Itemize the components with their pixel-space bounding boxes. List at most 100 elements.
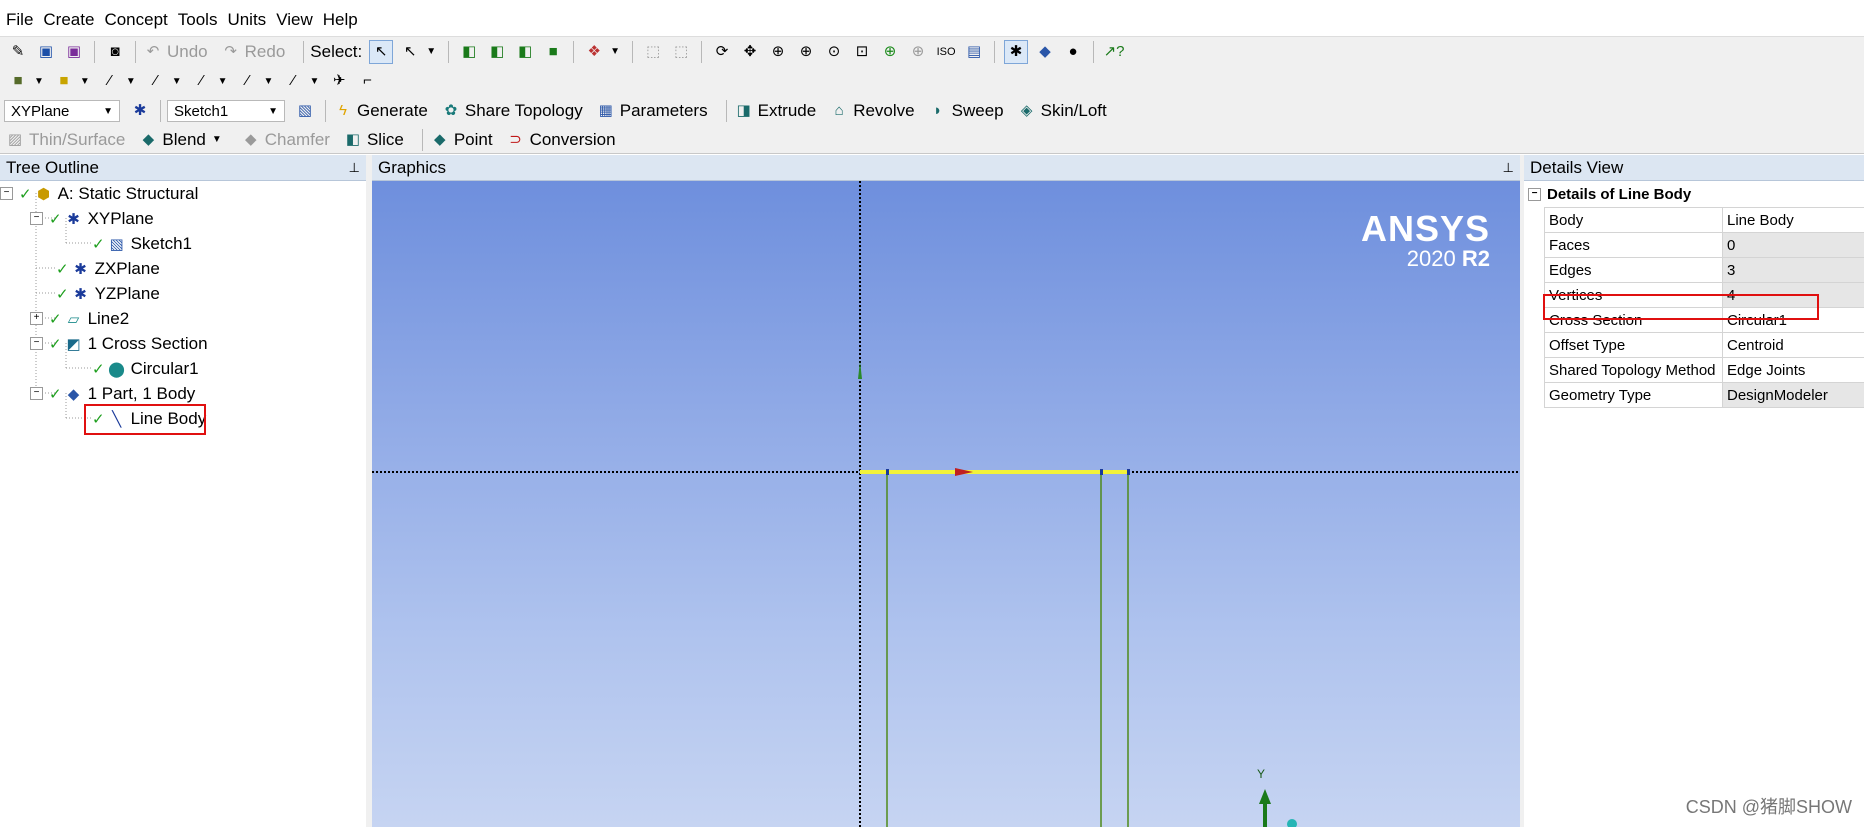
tree-item-yzplane[interactable]: ✓ ✱ YZPlane bbox=[56, 281, 160, 306]
line-tool-1-dropdown-icon[interactable]: ▼ bbox=[126, 76, 136, 87]
plane-select[interactable]: XYPlane ▼ bbox=[4, 100, 120, 122]
thin-surface-button[interactable]: ▨ Thin/Surface bbox=[4, 129, 125, 151]
help-query-icon[interactable]: ↗? bbox=[1103, 41, 1125, 63]
display-point-icon[interactable]: ● bbox=[1062, 41, 1084, 63]
rotate-icon[interactable]: ⟳ bbox=[711, 41, 733, 63]
collapse-icon[interactable]: − bbox=[30, 387, 43, 400]
extend-dropdown-icon[interactable]: ▼ bbox=[610, 46, 620, 57]
pin-icon[interactable]: ⊥ bbox=[349, 160, 360, 176]
menu-create[interactable]: Create bbox=[43, 6, 94, 30]
tree-item-circular1[interactable]: ✓ ⬤ Circular1 bbox=[92, 356, 199, 381]
line-tool-3-dropdown-icon[interactable]: ▼ bbox=[218, 76, 228, 87]
menu-help[interactable]: Help bbox=[323, 6, 358, 30]
tree-item-part-body[interactable]: − ✓ ◆ 1 Part, 1 Body bbox=[30, 381, 195, 406]
edge-color-icon[interactable]: ■ bbox=[53, 70, 75, 92]
save-as-icon[interactable]: ▣ bbox=[63, 41, 85, 63]
tree-item-cross-section[interactable]: − ✓ ◩ 1 Cross Section bbox=[30, 331, 208, 356]
line-tool-2-dropdown-icon[interactable]: ▼ bbox=[172, 76, 182, 87]
iso-view-icon[interactable]: ISO bbox=[935, 41, 957, 63]
line-tool-5-dropdown-icon[interactable]: ▼ bbox=[309, 76, 319, 87]
new-icon[interactable]: ✎ bbox=[7, 41, 29, 63]
zoom-icon[interactable]: ⊕ bbox=[767, 41, 789, 63]
select-point-icon[interactable]: ◧ bbox=[458, 41, 480, 63]
details-row[interactable]: Offset Type Centroid bbox=[1544, 332, 1864, 358]
details-value[interactable]: Line Body bbox=[1722, 207, 1864, 233]
details-group[interactable]: − Details of Line Body bbox=[1528, 183, 1691, 205]
select-edge-icon[interactable]: ◧ bbox=[486, 41, 508, 63]
undo-button[interactable]: ↶ Undo bbox=[142, 41, 208, 63]
select-mode-icon[interactable]: ↖ bbox=[399, 41, 421, 63]
select-face-icon[interactable]: ◧ bbox=[514, 41, 536, 63]
menu-tools[interactable]: Tools bbox=[178, 6, 218, 30]
graphics-viewport[interactable]: ANSYS 2020 R2 Y bbox=[372, 181, 1520, 827]
new-sketch-icon[interactable]: ▧ bbox=[294, 100, 316, 122]
new-plane-icon[interactable]: ✱ bbox=[129, 100, 151, 122]
line-tool-3-icon[interactable]: ⁄ bbox=[191, 70, 213, 92]
details-row[interactable]: Faces 0 bbox=[1544, 232, 1864, 258]
select-mode-dropdown-icon[interactable]: ▼ bbox=[426, 46, 436, 57]
details-value[interactable]: Centroid bbox=[1722, 332, 1864, 358]
extrude-button[interactable]: ◨ Extrude bbox=[733, 100, 817, 122]
share-topology-button[interactable]: ✿ Share Topology bbox=[440, 100, 583, 122]
zoom-fit-icon[interactable]: ⊡ bbox=[851, 41, 873, 63]
details-value[interactable]: Edge Joints bbox=[1722, 357, 1864, 383]
collapse-icon[interactable]: − bbox=[30, 337, 43, 350]
tree-item-sketch1[interactable]: ✓ ▧ Sketch1 bbox=[92, 231, 192, 256]
tree-item-xyplane[interactable]: − ✓ ✱ XYPlane bbox=[30, 206, 154, 231]
snap-tool-icon[interactable]: ⌐ bbox=[356, 70, 378, 92]
line-tool-4-icon[interactable]: ⁄ bbox=[237, 70, 259, 92]
slice-button[interactable]: ◧ Slice bbox=[342, 129, 404, 151]
edge-color-dropdown-icon[interactable]: ▼ bbox=[80, 76, 90, 87]
view-options-icon[interactable]: ▤ bbox=[963, 41, 985, 63]
triad-icon[interactable]: ✱ bbox=[1004, 39, 1029, 64]
menu-file[interactable]: File bbox=[6, 6, 33, 30]
select-body-icon[interactable]: ■ bbox=[542, 41, 564, 63]
pin-tool-icon[interactable]: ✈ bbox=[328, 70, 350, 92]
details-row[interactable]: Body Line Body bbox=[1544, 207, 1864, 233]
extend-selection-icon[interactable]: ❖ bbox=[583, 41, 605, 63]
line-tool-1-icon[interactable]: ⁄ bbox=[99, 70, 121, 92]
face-color-icon[interactable]: ■ bbox=[7, 70, 29, 92]
collapse-icon[interactable]: − bbox=[30, 212, 43, 225]
tree-item-zxplane[interactable]: ✓ ✱ ZXPlane bbox=[56, 256, 160, 281]
pin-icon[interactable]: ⊥ bbox=[1503, 160, 1514, 176]
details-view-title: Details View bbox=[1530, 157, 1624, 177]
face-color-dropdown-icon[interactable]: ▼ bbox=[34, 76, 44, 87]
details-row[interactable]: Shared Topology Method Edge Joints bbox=[1544, 357, 1864, 383]
blend-button[interactable]: ◆ Blend ▼ bbox=[137, 129, 227, 151]
tree-item-line2[interactable]: + ✓ ▱ Line2 bbox=[30, 306, 129, 331]
revolve-button[interactable]: ⌂ Revolve bbox=[828, 100, 915, 122]
conversion-button[interactable]: ⊃ Conversion bbox=[505, 129, 615, 151]
pan-icon[interactable]: ✥ bbox=[739, 41, 761, 63]
expand-icon[interactable]: + bbox=[30, 312, 43, 325]
screenshot-icon[interactable]: ◙ bbox=[104, 41, 126, 63]
box-select-all-icon[interactable]: ⬚ bbox=[670, 41, 692, 63]
sweep-button[interactable]: ◗ Sweep bbox=[927, 100, 1004, 122]
select-pointer-icon[interactable]: ↖ bbox=[369, 39, 394, 64]
box-select-icon[interactable]: ⬚ bbox=[642, 41, 664, 63]
redo-button[interactable]: ↷ Redo bbox=[220, 41, 285, 63]
line-tool-5-icon[interactable]: ⁄ bbox=[282, 70, 304, 92]
line-tool-2-icon[interactable]: ⁄ bbox=[145, 70, 167, 92]
menu-concept[interactable]: Concept bbox=[104, 6, 167, 30]
chamfer-button[interactable]: ◆ Chamfer bbox=[240, 129, 330, 151]
collapse-icon[interactable]: − bbox=[0, 187, 13, 200]
menu-view[interactable]: View bbox=[276, 6, 313, 30]
display-model-icon[interactable]: ◆ bbox=[1034, 41, 1056, 63]
sketch-select[interactable]: Sketch1 ▼ bbox=[167, 100, 285, 122]
point-button[interactable]: ◆ Point bbox=[429, 129, 493, 151]
zoom-box-icon[interactable]: ⊙ bbox=[823, 41, 845, 63]
zoom-in-icon[interactable]: ⊕ bbox=[795, 41, 817, 63]
line-tool-4-dropdown-icon[interactable]: ▼ bbox=[264, 76, 274, 87]
details-row[interactable]: Geometry Type DesignModeler bbox=[1544, 382, 1864, 408]
details-row[interactable]: Edges 3 bbox=[1544, 257, 1864, 283]
generate-button[interactable]: ϟ Generate bbox=[332, 100, 428, 122]
zoom-to-fit-icon[interactable]: ⊕ bbox=[879, 41, 901, 63]
skin-loft-button[interactable]: ◈ Skin/Loft bbox=[1016, 100, 1107, 122]
magnifier-icon[interactable]: ⊕ bbox=[907, 41, 929, 63]
save-icon[interactable]: ▣ bbox=[35, 41, 57, 63]
menu-units[interactable]: Units bbox=[227, 6, 266, 30]
collapse-icon[interactable]: − bbox=[1528, 187, 1541, 201]
parameters-button[interactable]: ▦ Parameters bbox=[595, 100, 708, 122]
tree-item-static-structural[interactable]: − ✓ ⬢ A: Static Structural bbox=[0, 181, 198, 206]
